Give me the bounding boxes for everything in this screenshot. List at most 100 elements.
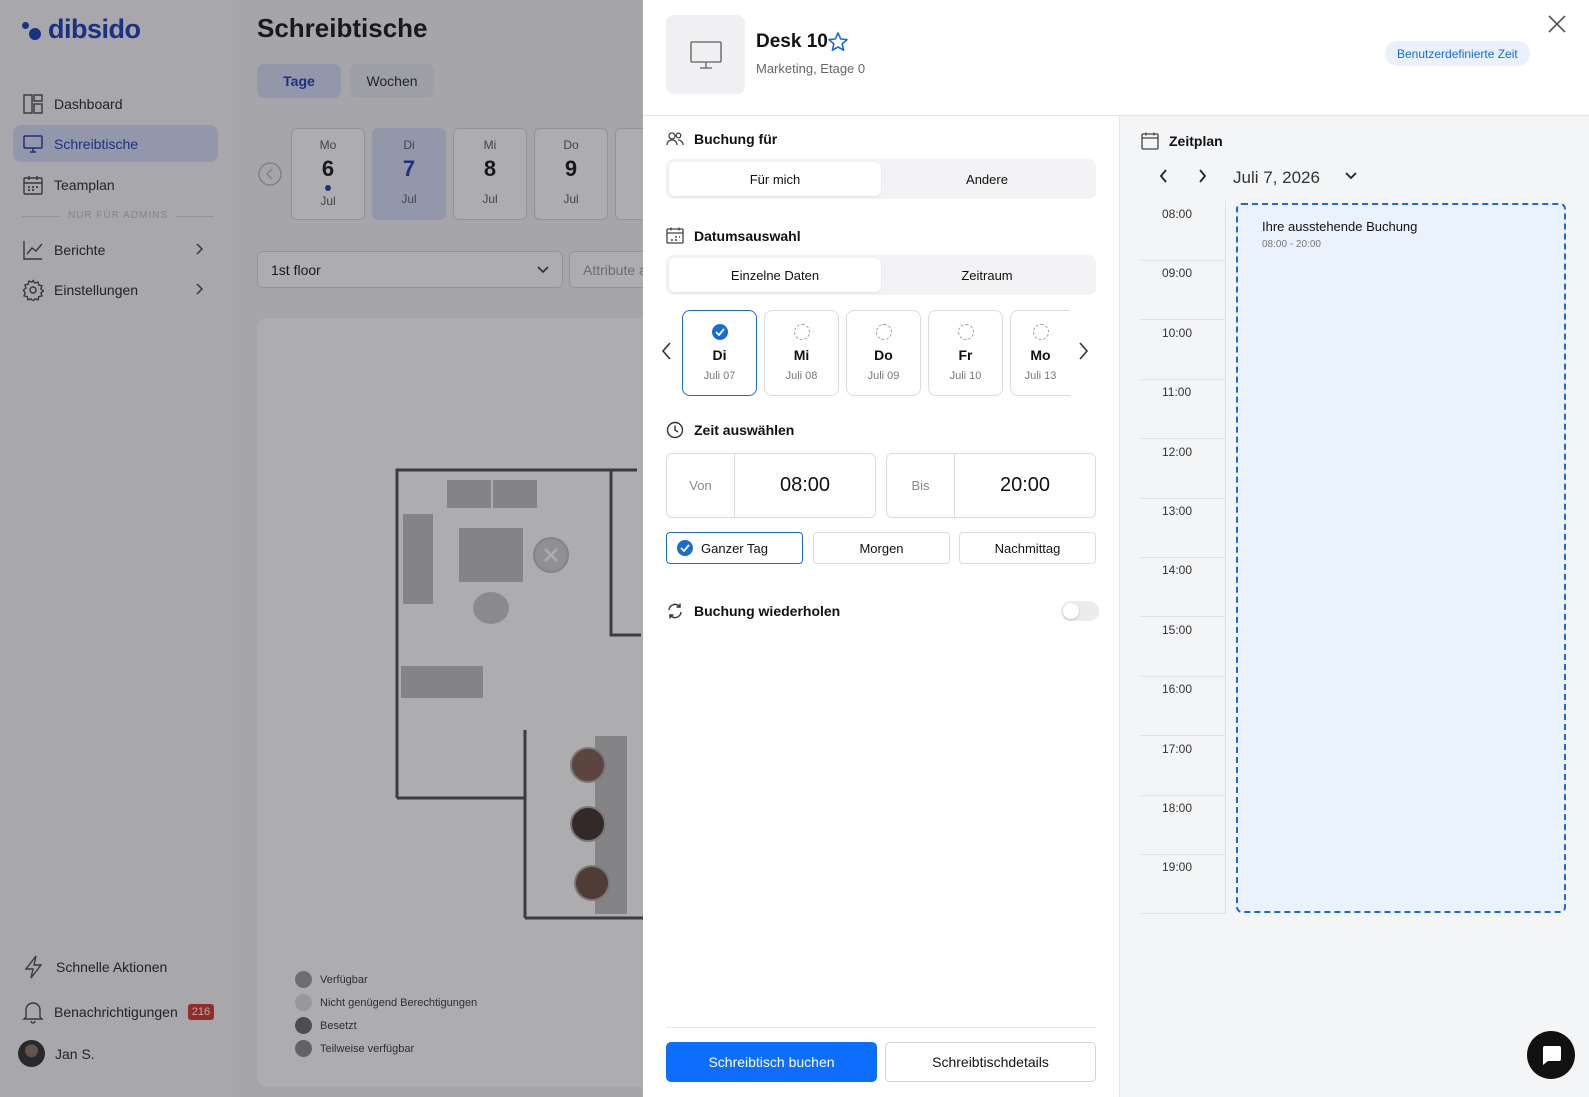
pending-booking-time: 08:00 - 20:00 xyxy=(1262,239,1321,250)
option-others[interactable]: Andere xyxy=(881,162,1093,196)
chat-bubble-icon xyxy=(1543,1046,1561,1065)
day-date: Juli 07 xyxy=(703,370,736,382)
option-date-range[interactable]: Zeitraum xyxy=(881,258,1093,292)
day-card[interactable]: Fr Juli 10 xyxy=(928,310,1003,396)
desk-monitor-icon xyxy=(689,40,722,69)
day-card[interactable]: Mo Juli 13 xyxy=(1010,310,1070,396)
desk-booking-panel: Desk 10 Marketing, Etage 0 Benutzerdefin… xyxy=(643,0,1589,1097)
time-to-label: Bis xyxy=(887,454,955,517)
desk-title: Desk 10 xyxy=(756,31,828,52)
chevron-right-icon[interactable] xyxy=(1195,166,1209,186)
time-to-value[interactable]: 20:00 xyxy=(955,454,1095,517)
repeat-booking-title: Buchung wiederholen xyxy=(694,603,841,619)
chevron-down-icon[interactable] xyxy=(1343,168,1359,184)
day-name: Di xyxy=(712,347,727,363)
hour-row: 10:00 xyxy=(1141,320,1226,380)
day-date: Juli 08 xyxy=(785,370,818,382)
chevron-left-icon[interactable] xyxy=(660,340,674,362)
hour-label: 11:00 xyxy=(1162,385,1192,400)
hour-label: 14:00 xyxy=(1162,563,1193,578)
date-select-heading: Datumsauswahl xyxy=(666,227,801,244)
check-icon xyxy=(677,540,693,556)
calendar-icon xyxy=(1141,132,1159,150)
chevron-left-icon[interactable] xyxy=(1157,166,1171,186)
booking-for-heading: Buchung für xyxy=(666,131,777,147)
date-mode-toggle: Einzelne Daten Zeitraum xyxy=(666,255,1096,295)
booking-for-toggle: Für mich Andere xyxy=(666,159,1096,199)
day-card-selected[interactable]: Di Juli 07 xyxy=(682,310,757,396)
repeat-icon xyxy=(668,603,682,619)
hour-label: 19:00 xyxy=(1162,860,1193,875)
hour-label: 17:00 xyxy=(1162,741,1193,756)
schedule-date[interactable]: Juli 7, 2026 xyxy=(1233,168,1320,188)
users-icon xyxy=(666,132,684,146)
preset-afternoon[interactable]: Nachmittag xyxy=(959,532,1096,564)
hour-row: 13:00 xyxy=(1141,498,1226,558)
hour-row: 18:00 xyxy=(1141,795,1226,855)
hour-row: 19:00 xyxy=(1141,854,1226,915)
time-select-title: Zeit auswählen xyxy=(694,422,795,438)
modal-backdrop[interactable] xyxy=(0,0,643,1097)
hour-label: 10:00 xyxy=(1162,325,1193,340)
schedule-heading: Zeitplan xyxy=(1141,132,1223,150)
schedule-title: Zeitplan xyxy=(1169,133,1223,149)
hour-row: 12:00 xyxy=(1141,439,1226,499)
time-to-field[interactable]: Bis 20:00 xyxy=(886,453,1096,518)
pending-booking-title: Ihre ausstehende Buchung xyxy=(1262,219,1418,234)
preset-label: Ganzer Tag xyxy=(701,540,768,556)
hour-row: 14:00 xyxy=(1141,557,1226,618)
desk-thumbnail xyxy=(666,15,745,94)
hour-row: 16:00 xyxy=(1141,676,1226,737)
divider xyxy=(666,1027,1096,1028)
booking-for-title: Buchung für xyxy=(694,131,778,147)
chat-button[interactable] xyxy=(1527,1031,1575,1079)
schedule-panel: Zeitplan Juli 7, 2026 08:00 09:00 10:00 11:… xyxy=(1119,116,1589,1097)
desk-details-button[interactable]: Schreibtischdetails xyxy=(885,1042,1096,1082)
hour-label: 08:00 xyxy=(1162,207,1193,221)
pending-booking-block[interactable]: Ihre ausstehende Buchung 08:00 - 20:00 xyxy=(1236,203,1566,913)
day-name: Do xyxy=(874,347,893,363)
hour-label: 16:00 xyxy=(1162,682,1193,697)
schedule-grid-line xyxy=(1225,201,1226,914)
custom-time-badge[interactable]: Benutzerdefinierte Zeit xyxy=(1385,41,1530,66)
hour-row: 11:00 xyxy=(1141,379,1226,440)
day-card[interactable]: Mi Juli 08 xyxy=(764,310,839,396)
calendar-icon xyxy=(666,227,684,244)
date-select-title: Datumsauswahl xyxy=(694,227,801,244)
hour-row: 09:00 xyxy=(1141,260,1226,321)
time-select-heading: Zeit auswählen xyxy=(666,421,794,439)
time-from-field[interactable]: Von 08:00 xyxy=(666,453,876,518)
desk-subtitle: Marketing, Etage 0 xyxy=(756,61,866,76)
close-icon[interactable] xyxy=(1544,11,1570,37)
time-from-value[interactable]: 08:00 xyxy=(735,454,875,517)
preset-morning[interactable]: Morgen xyxy=(813,532,950,564)
unchecked-circle-icon xyxy=(1032,324,1049,340)
hour-row: 15:00 xyxy=(1141,617,1226,677)
day-date: Juli 09 xyxy=(867,370,900,382)
hour-label: 18:00 xyxy=(1162,801,1193,815)
check-icon xyxy=(711,324,728,340)
day-name: Fr xyxy=(958,347,973,363)
star-icon[interactable] xyxy=(827,31,849,53)
unchecked-circle-icon xyxy=(793,324,810,340)
hour-label: 09:00 xyxy=(1162,266,1193,281)
repeat-booking-heading: Buchung wiederholen xyxy=(666,602,840,620)
day-date: Juli 13 xyxy=(1024,370,1057,382)
day-card[interactable]: Do Juli 09 xyxy=(846,310,921,396)
preset-full-day[interactable]: Ganzer Tag xyxy=(666,532,803,564)
clock-icon xyxy=(666,421,684,439)
day-name: Mi xyxy=(793,347,810,363)
hour-row: 17:00 xyxy=(1141,736,1226,796)
hour-label: 15:00 xyxy=(1162,622,1193,637)
chevron-right-icon[interactable] xyxy=(1076,340,1090,362)
unchecked-circle-icon xyxy=(957,324,974,340)
toggle-knob xyxy=(1063,603,1079,619)
repeat-booking-toggle[interactable] xyxy=(1061,601,1099,621)
option-for-me[interactable]: Für mich xyxy=(669,162,881,196)
hour-row: 08:00 xyxy=(1141,201,1226,261)
day-name: Mo xyxy=(1030,347,1051,363)
time-from-label: Von xyxy=(667,454,735,517)
hour-label: 13:00 xyxy=(1162,504,1193,518)
book-desk-button[interactable]: Schreibtisch buchen xyxy=(666,1042,877,1082)
option-single-dates[interactable]: Einzelne Daten xyxy=(669,258,881,292)
